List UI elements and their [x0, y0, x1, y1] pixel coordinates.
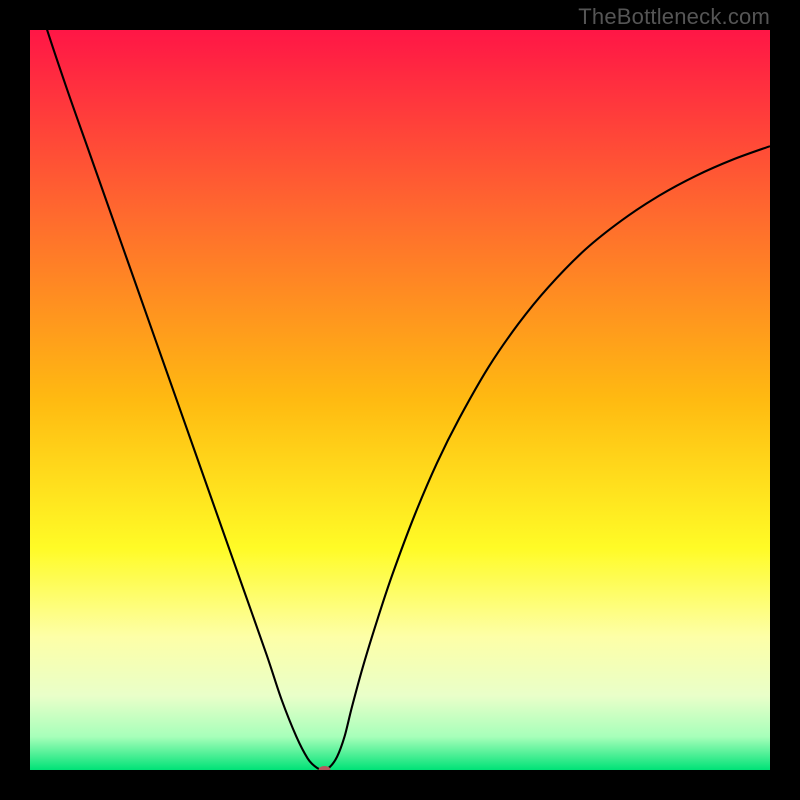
- chart-svg: [30, 30, 770, 770]
- chart-plot-area: [30, 30, 770, 770]
- chart-frame: TheBottleneck.com: [0, 0, 800, 800]
- watermark-label: TheBottleneck.com: [578, 4, 770, 30]
- gradient-background: [30, 30, 770, 770]
